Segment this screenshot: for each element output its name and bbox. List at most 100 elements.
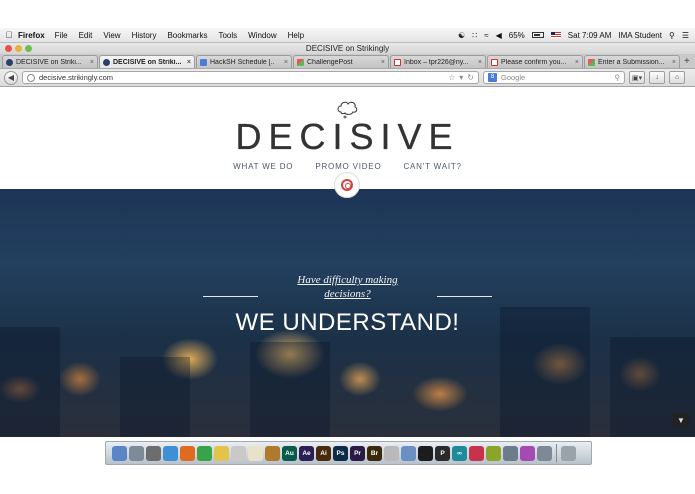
nav-what-we-do[interactable]: WHAT WE DO xyxy=(233,162,293,171)
menu-file[interactable]: File xyxy=(55,31,68,40)
finder-icon[interactable] xyxy=(112,445,127,461)
menu-edit[interactable]: Edit xyxy=(79,31,93,40)
tab-inbox[interactable]: Inbox – tpr226@ny... × xyxy=(390,55,486,68)
processing-icon[interactable]: P xyxy=(435,445,450,461)
terminal-icon[interactable] xyxy=(418,445,433,461)
launchpad-icon[interactable] xyxy=(129,445,144,461)
url-text[interactable]: decisive.strikingly.com xyxy=(39,73,448,82)
home-button[interactable]: ⌂ xyxy=(669,71,686,84)
gmail-icon xyxy=(394,58,401,66)
url-bar[interactable]: decisive.strikingly.com ☆ ▾ ↻ xyxy=(22,71,479,84)
star-app-icon[interactable] xyxy=(248,445,263,461)
after-effects-icon[interactable]: Ae xyxy=(299,445,314,461)
bookmark-star-icon[interactable]: ☆ xyxy=(448,73,455,82)
target-ring xyxy=(341,179,353,191)
bridge-icon[interactable]: Br xyxy=(367,445,382,461)
nav-promo-video[interactable]: PROMO VIDEO xyxy=(315,162,381,171)
notification-center-icon[interactable]: ☰ xyxy=(682,31,689,40)
input-source-flag-icon[interactable] xyxy=(550,32,561,38)
tagline-line-2[interactable]: decisions? xyxy=(324,288,370,300)
menubar-status-area: ☯ ∷ ≈ ◀ 65% Sat 7:09 AM IMA Student ⚲ ☰ xyxy=(458,31,695,40)
menubar-clock[interactable]: Sat 7:09 AM xyxy=(568,31,612,40)
preview-icon[interactable] xyxy=(503,445,518,461)
xcode-icon[interactable] xyxy=(401,445,416,461)
tab-challengepost[interactable]: ChallengePost × xyxy=(293,55,389,68)
close-tab-icon[interactable]: × xyxy=(90,59,94,66)
navigation-toolbar: ◀ decisive.strikingly.com ☆ ▾ ↻ 8 Google… xyxy=(0,69,695,87)
search-placeholder[interactable]: Google xyxy=(501,73,615,82)
close-tab-icon[interactable]: × xyxy=(187,59,191,66)
tab-label: Inbox – tpr226@ny... xyxy=(404,58,469,66)
menu-history[interactable]: History xyxy=(132,31,157,40)
tab-strip: DECISIVE on Striki... × DECISIVE on Stri… xyxy=(0,54,695,69)
volume-icon[interactable]: ◀ xyxy=(496,31,502,40)
downloads-button[interactable]: ↓ xyxy=(649,71,666,84)
target-logo-icon[interactable] xyxy=(334,172,360,198)
trophy-app-icon[interactable] xyxy=(384,445,399,461)
menu-help[interactable]: Help xyxy=(288,31,304,40)
app-green-icon[interactable] xyxy=(486,445,501,461)
dropdown-icon[interactable]: ▾ xyxy=(459,73,463,82)
web-page: DECISIVE WHAT WE DO PROMO VIDEO CAN'T WA… xyxy=(0,88,695,437)
reload-icon[interactable]: ↻ xyxy=(467,73,474,82)
tab-hacksh-schedule[interactable]: HackSH Schedule [.. × xyxy=(196,55,292,68)
tab-decisive-1[interactable]: DECISIVE on Striki... × xyxy=(2,55,98,68)
tab-label: Please confirm you... xyxy=(501,58,567,66)
tagline-line-1[interactable]: Have difficulty making xyxy=(297,274,397,286)
globe-app-icon[interactable] xyxy=(231,445,246,461)
flower-app-icon[interactable] xyxy=(520,445,535,461)
tab-enter-submission[interactable]: Enter a Submission... × xyxy=(584,55,680,68)
premiere-icon[interactable]: Pr xyxy=(350,445,365,461)
dock-separator xyxy=(556,444,557,462)
menu-window[interactable]: Window xyxy=(248,31,276,40)
close-tab-icon[interactable]: × xyxy=(478,59,482,66)
doc-icon xyxy=(200,58,207,66)
illustrator-icon[interactable]: Ai xyxy=(316,445,331,461)
close-tab-icon[interactable]: × xyxy=(381,59,385,66)
trash-icon[interactable] xyxy=(561,445,576,461)
arduino-icon[interactable]: ∞ xyxy=(452,445,467,461)
back-button[interactable]: ◀ xyxy=(4,70,18,85)
system-prefs-icon[interactable] xyxy=(146,445,161,461)
google-engine-icon[interactable]: 8 xyxy=(488,73,497,82)
wifi-icon[interactable]: ≈ xyxy=(484,31,488,40)
menubar:  Firefox File Edit View History Bookmar… xyxy=(0,28,695,43)
menu-app-name[interactable]: Firefox xyxy=(18,31,45,40)
menubar-user[interactable]: IMA Student xyxy=(618,31,662,40)
search-icon[interactable]: ⚲ xyxy=(615,73,621,82)
hero-background-building xyxy=(250,342,330,437)
new-tab-button[interactable]: + xyxy=(684,55,690,68)
battery-icon[interactable] xyxy=(531,32,544,38)
photoshop-icon[interactable]: Ps xyxy=(333,445,348,461)
tab-please-confirm[interactable]: Please confirm you... × xyxy=(487,55,583,68)
urlbar-actions: ☆ ▾ ↻ xyxy=(448,73,474,82)
scroll-down-button[interactable]: ▼ xyxy=(673,413,689,427)
bluetooth-icon[interactable]: ∷ xyxy=(472,31,477,40)
chrome-icon[interactable] xyxy=(197,445,212,461)
apple-menu-icon[interactable]:  xyxy=(0,30,18,40)
firefox-icon[interactable] xyxy=(180,445,195,461)
menu-tools[interactable]: Tools xyxy=(218,31,237,40)
close-tab-icon[interactable]: × xyxy=(575,59,579,66)
hero-headline: WE UNDERSTAND! xyxy=(235,309,460,336)
nav-cant-wait[interactable]: CAN'T WAIT? xyxy=(403,162,461,171)
cyberduck-icon[interactable] xyxy=(214,445,229,461)
close-tab-icon[interactable]: × xyxy=(672,59,676,66)
app-red-icon[interactable] xyxy=(469,445,484,461)
menu-view[interactable]: View xyxy=(103,31,120,40)
tab-decisive-active[interactable]: DECISIVE on Striki... × xyxy=(99,55,195,68)
accessibility-icon[interactable]: ☯ xyxy=(458,31,465,40)
audition-icon[interactable]: Au xyxy=(282,445,297,461)
search-bar[interactable]: 8 Google ⚲ xyxy=(483,71,625,84)
battery-percent[interactable]: 65% xyxy=(509,31,525,40)
tab-label: DECISIVE on Striki... xyxy=(16,58,82,66)
spotlight-icon[interactable]: ⚲ xyxy=(669,31,675,40)
screenshot-toolbar-button[interactable]: ▣▾ xyxy=(629,71,646,84)
close-tab-icon[interactable]: × xyxy=(284,59,288,66)
site-identity-icon[interactable] xyxy=(27,73,35,82)
image-app-icon[interactable] xyxy=(537,445,552,461)
site-logo-text[interactable]: DECISIVE xyxy=(0,116,695,158)
guitar-app-icon[interactable] xyxy=(265,445,280,461)
menu-bookmarks[interactable]: Bookmarks xyxy=(167,31,207,40)
safari-icon[interactable] xyxy=(163,445,178,461)
